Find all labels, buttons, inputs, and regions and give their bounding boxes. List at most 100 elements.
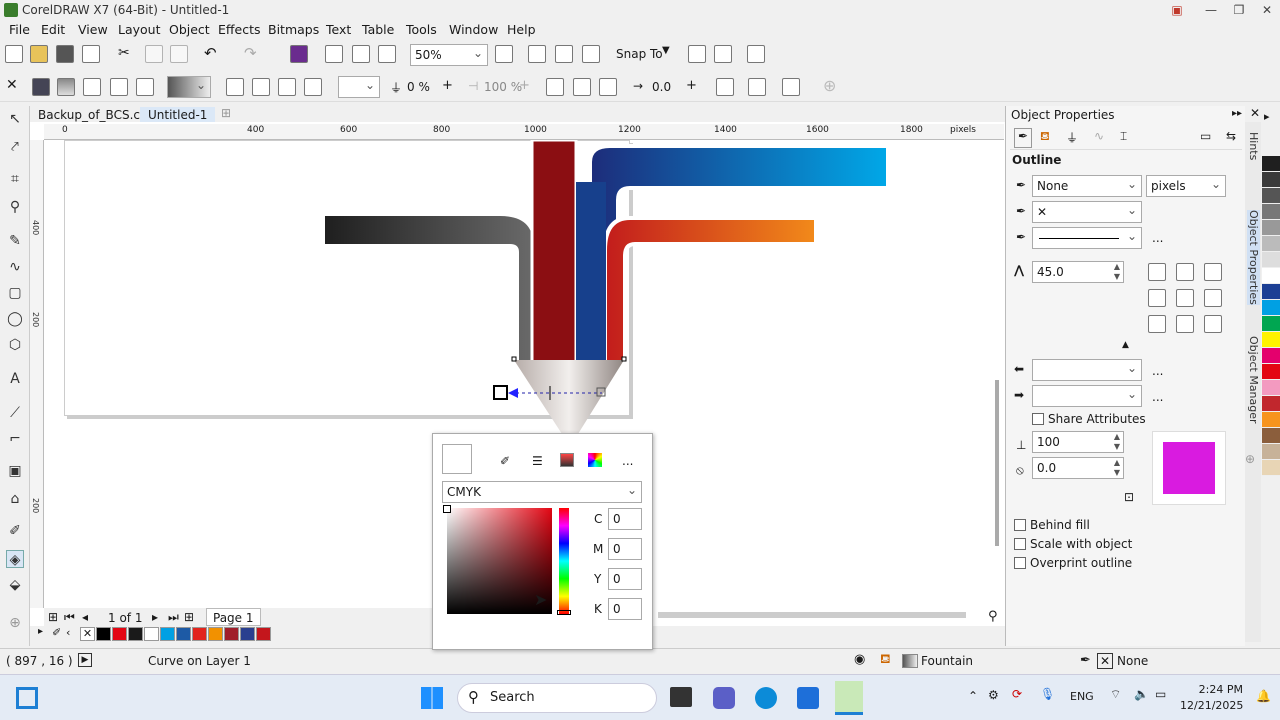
- conical-fountain-icon[interactable]: [278, 78, 296, 96]
- palette-swatch[interactable]: [192, 627, 207, 641]
- snap-dropdown-icon[interactable]: ▼: [662, 45, 670, 56]
- ellipse-tool-icon[interactable]: ◯: [6, 310, 24, 328]
- copy-icon[interactable]: [145, 45, 163, 63]
- palette-swatch[interactable]: [1262, 460, 1280, 476]
- store-icon[interactable]: [797, 687, 819, 709]
- menu-effects[interactable]: Effects: [218, 22, 261, 37]
- show-grid-icon[interactable]: [582, 45, 600, 63]
- page-tab[interactable]: Page 1: [206, 608, 261, 626]
- play-icon[interactable]: ▶: [78, 653, 92, 667]
- no-color-swatch[interactable]: ✕: [80, 627, 95, 641]
- fill-tab-icon[interactable]: ⛾: [1040, 129, 1050, 145]
- tray-chevron-icon[interactable]: ⌃: [968, 689, 978, 703]
- palette-swatch[interactable]: [256, 627, 271, 641]
- palette-swatch[interactable]: [160, 627, 175, 641]
- save-icon[interactable]: [56, 45, 74, 63]
- palette-swatch[interactable]: [1262, 172, 1280, 188]
- crop-tool-icon[interactable]: ⌗: [6, 170, 24, 188]
- node-transparency-value[interactable]: 0 %: [407, 80, 430, 94]
- frame-tab-icon[interactable]: ▭: [1200, 129, 1211, 143]
- undo-icon[interactable]: ↶: [204, 44, 217, 62]
- add-tool-icon[interactable]: ⊕: [6, 614, 24, 632]
- docker-collapse-icon[interactable]: ▸▸: [1232, 108, 1242, 119]
- snap-to-button[interactable]: Snap To: [616, 47, 663, 61]
- color-proof-icon[interactable]: ◉: [854, 652, 865, 667]
- hue-slider-handle[interactable]: [557, 610, 571, 615]
- prev-page-icon[interactable]: ◂: [82, 610, 88, 624]
- miter-spinner[interactable]: ▲ ▼: [1112, 262, 1122, 282]
- palette-swatch[interactable]: [1262, 428, 1280, 444]
- nib-preview[interactable]: [1152, 431, 1226, 505]
- outline-pen-icon[interactable]: ✒: [1080, 653, 1091, 668]
- color-viewer-icon[interactable]: [560, 453, 574, 467]
- edge-icon[interactable]: [755, 687, 777, 709]
- notification-icon[interactable]: 🔔: [1256, 689, 1271, 703]
- palette-swatch[interactable]: [1262, 156, 1280, 172]
- start-arrow-more[interactable]: ...: [1152, 364, 1163, 378]
- fill-bucket-icon[interactable]: ⛾: [880, 652, 891, 669]
- palette-swatch[interactable]: [1262, 444, 1280, 460]
- elliptical-fountain-icon[interactable]: [252, 78, 270, 96]
- redo-icon[interactable]: ↷: [244, 44, 257, 62]
- outline-unit-select[interactable]: pixels: [1146, 174, 1226, 197]
- round-cap-icon[interactable]: [1176, 289, 1194, 307]
- color-palettes-icon[interactable]: [588, 453, 602, 467]
- palette-swatch[interactable]: [1262, 364, 1280, 380]
- last-page-icon[interactable]: ⏭: [168, 610, 179, 625]
- teams-icon[interactable]: [713, 687, 735, 709]
- menu-tools[interactable]: Tools: [406, 22, 437, 37]
- zoom-level-select[interactable]: 50%: [410, 43, 488, 66]
- menu-bitmaps[interactable]: Bitmaps: [268, 22, 319, 37]
- menu-edit[interactable]: Edit: [41, 22, 65, 37]
- export-icon[interactable]: [352, 45, 370, 63]
- palette-menu-icon[interactable]: ▸: [38, 626, 43, 637]
- no-fill-icon[interactable]: ✕: [6, 77, 18, 93]
- scale-with-object-checkbox[interactable]: [1014, 538, 1026, 550]
- vertical-scrollbar[interactable]: [995, 380, 999, 546]
- outline-color-select[interactable]: ✕: [1032, 200, 1142, 223]
- new-icon[interactable]: [5, 45, 23, 63]
- microphone-icon[interactable]: 🎙: [1040, 687, 1055, 701]
- black-input[interactable]: 0: [608, 598, 642, 620]
- new-tab-icon[interactable]: ⊞: [221, 106, 231, 120]
- clock-time[interactable]: 2:24 PM: [1183, 683, 1243, 696]
- acceleration-increment-icon[interactable]: +: [686, 78, 697, 93]
- bitmap-pattern-icon[interactable]: [110, 78, 128, 96]
- butt-cap-icon[interactable]: [1148, 289, 1166, 307]
- sync-tray-icon[interactable]: ⟳: [1012, 687, 1022, 701]
- text-tool-icon[interactable]: A: [6, 370, 24, 388]
- open-icon[interactable]: [30, 45, 48, 63]
- line-style-more[interactable]: ...: [1152, 231, 1163, 245]
- popup-more[interactable]: ...: [622, 454, 633, 468]
- stretch-input[interactable]: 100: [1032, 431, 1124, 453]
- palette-swatch[interactable]: [1262, 412, 1280, 428]
- zoom-fit-icon[interactable]: ⚲: [988, 609, 998, 624]
- palette-swatch[interactable]: [1262, 380, 1280, 396]
- import-icon[interactable]: [325, 45, 343, 63]
- pick-tool-icon[interactable]: ↖: [6, 110, 24, 128]
- smart-fill-icon[interactable]: ⬙: [6, 576, 24, 594]
- menu-layout[interactable]: Layout: [118, 22, 161, 37]
- clock-date[interactable]: 12/21/2025: [1180, 699, 1243, 712]
- freehand-tool-icon[interactable]: ✎: [6, 232, 24, 250]
- polygon-tool-icon[interactable]: ⬡: [6, 336, 24, 354]
- add-page-after-icon[interactable]: ⊞: [184, 610, 194, 624]
- palette-eyedropper-icon[interactable]: ✐: [52, 626, 61, 639]
- palette-swatch[interactable]: [1262, 348, 1280, 364]
- palette-swatch[interactable]: [208, 627, 223, 641]
- end-arrowhead-select[interactable]: [1032, 384, 1142, 407]
- print-icon[interactable]: [82, 45, 100, 63]
- rectangle-tool-icon[interactable]: ▢: [6, 284, 24, 302]
- hints-tab[interactable]: Hints: [1247, 132, 1260, 160]
- search-content-icon[interactable]: [290, 45, 308, 63]
- palette-swatch[interactable]: [176, 627, 191, 641]
- angle-spinner[interactable]: ▲ ▼: [1112, 458, 1122, 478]
- menu-text[interactable]: Text: [326, 22, 351, 37]
- show-rulers-icon[interactable]: [555, 45, 573, 63]
- palette-swatch[interactable]: [96, 627, 111, 641]
- publish-pdf-icon[interactable]: [378, 45, 396, 63]
- palette-swatch[interactable]: [1262, 396, 1280, 412]
- position-center-icon[interactable]: [1176, 315, 1194, 333]
- palette-swatch[interactable]: [1262, 236, 1280, 252]
- hue-slider[interactable]: [559, 508, 569, 614]
